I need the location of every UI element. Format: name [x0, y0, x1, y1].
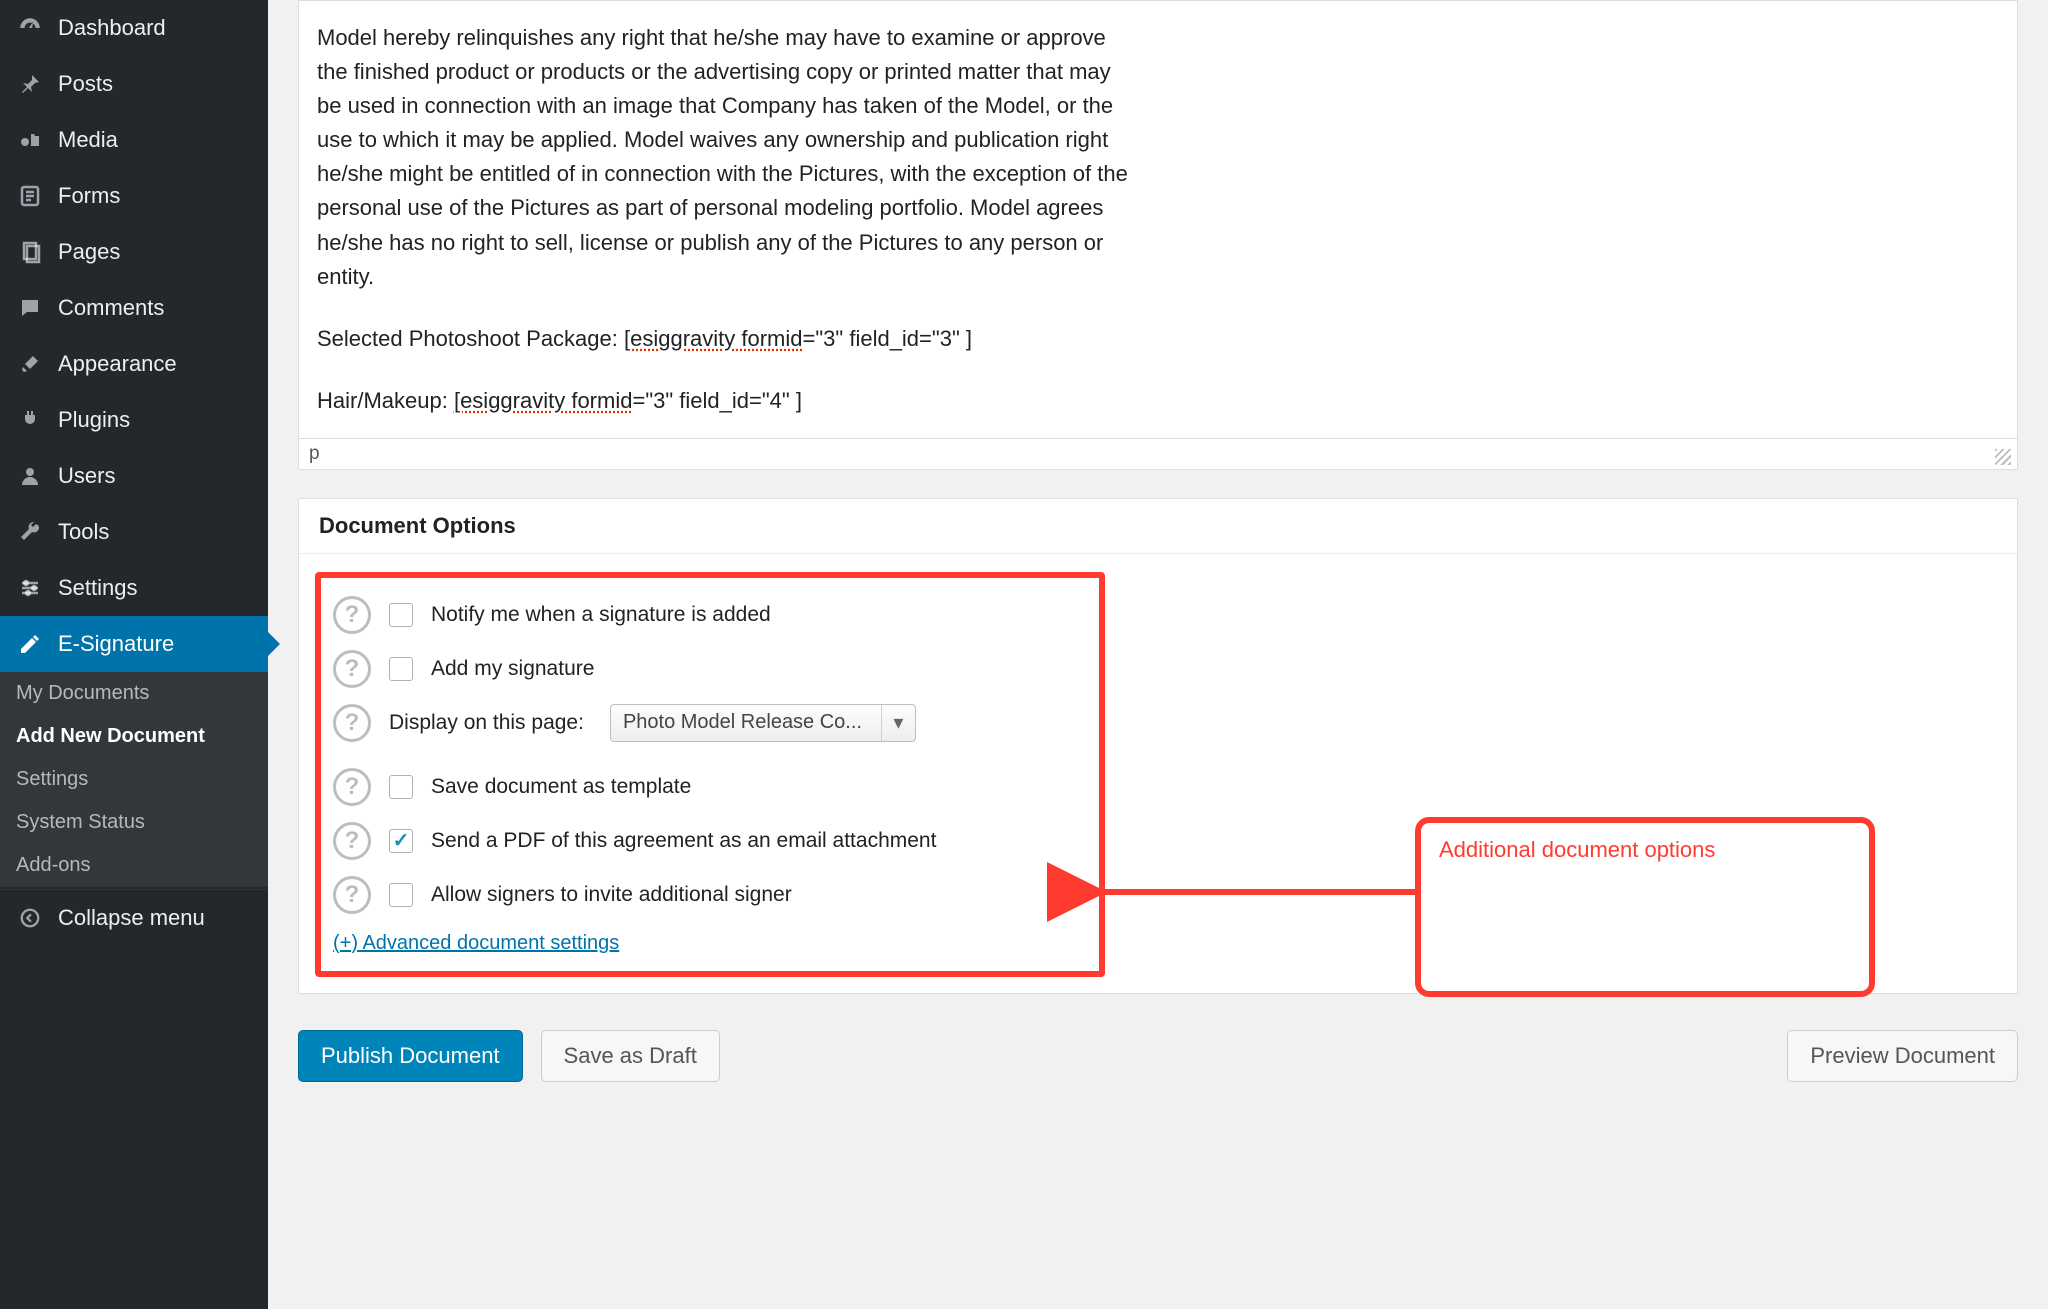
help-icon[interactable]: ? [333, 596, 371, 634]
advanced-settings-link[interactable]: (+) Advanced document settings [333, 932, 619, 955]
sidebar-label: Users [58, 463, 115, 489]
brush-icon [16, 350, 44, 378]
sidebar-label: Forms [58, 183, 120, 209]
document-options-title: Document Options [299, 499, 2017, 554]
document-options-highlight: ? Notify me when a signature is added ? … [315, 572, 1105, 977]
wrench-icon [16, 518, 44, 546]
editor-line-hairmakeup: Hair/Makeup: [esiggravity formid="3" fie… [317, 384, 1999, 418]
editor-line-package: Selected Photoshoot Package: [esiggravit… [317, 322, 1999, 356]
sidebar-item-comments[interactable]: Comments [0, 280, 268, 336]
sidebar-item-media[interactable]: Media [0, 112, 268, 168]
document-editor[interactable]: Model hereby relinquishes any right that… [298, 0, 2018, 439]
pages-icon [16, 238, 44, 266]
sidebar-label: Appearance [58, 351, 177, 377]
sliders-icon [16, 574, 44, 602]
sidebar-label: Plugins [58, 407, 130, 433]
submenu-add-ons[interactable]: Add-ons [0, 844, 268, 887]
actions-row: Publish Document Save as Draft Preview D… [298, 1030, 2018, 1082]
checkbox-add-signature[interactable] [389, 657, 413, 681]
main-content: Model hereby relinquishes any right that… [268, 0, 2048, 1309]
sidebar-label: Posts [58, 71, 113, 97]
display-page-select[interactable]: Photo Model Release Co... ▾ [610, 704, 916, 742]
help-icon[interactable]: ? [333, 876, 371, 914]
document-options-panel: Document Options ? Notify me when a sign… [298, 498, 2018, 994]
annotation-arrow-icon [1075, 857, 1435, 927]
sidebar-label: Pages [58, 239, 120, 265]
option-row-notify: ? Notify me when a signature is added [333, 588, 1087, 642]
checkbox-send-pdf[interactable] [389, 829, 413, 853]
option-row-allow-invite: ? Allow signers to invite additional sig… [333, 868, 1087, 922]
sidebar-item-pages[interactable]: Pages [0, 224, 268, 280]
label-add-signature: Add my signature [431, 657, 594, 681]
sidebar-submenu: My Documents Add New Document Settings S… [0, 672, 268, 887]
annotation-callout: Additional document options [1415, 817, 1875, 997]
label-allow-invite: Allow signers to invite additional signe… [431, 883, 792, 907]
sidebar-item-esignature[interactable]: E-Signature [0, 616, 268, 672]
label-send-pdf: Send a PDF of this agreement as an email… [431, 829, 936, 853]
sidebar-item-appearance[interactable]: Appearance [0, 336, 268, 392]
sidebar-label: E-Signature [58, 631, 174, 657]
sidebar-item-dashboard[interactable]: Dashboard [0, 0, 268, 56]
submenu-system-status[interactable]: System Status [0, 801, 268, 844]
editor-path-bar: p [298, 439, 2018, 470]
label-notify: Notify me when a signature is added [431, 603, 771, 627]
sidebar-item-plugins[interactable]: Plugins [0, 392, 268, 448]
help-icon[interactable]: ? [333, 650, 371, 688]
checkbox-save-template[interactable] [389, 775, 413, 799]
help-icon[interactable]: ? [333, 822, 371, 860]
submenu-add-new-document[interactable]: Add New Document [0, 715, 268, 758]
save-draft-button[interactable]: Save as Draft [541, 1030, 720, 1082]
annotation-text: Additional document options [1439, 837, 1715, 862]
option-row-display-page: ? Display on this page: Photo Model Rele… [333, 696, 1087, 750]
editor-path: p [309, 443, 320, 464]
chevron-down-icon: ▾ [881, 705, 915, 741]
help-icon[interactable]: ? [333, 704, 371, 742]
comment-icon [16, 294, 44, 322]
editor-paragraph: Model hereby relinquishes any right that… [317, 21, 1137, 294]
submenu-my-documents[interactable]: My Documents [0, 672, 268, 715]
media-icon [16, 126, 44, 154]
sidebar-item-users[interactable]: Users [0, 448, 268, 504]
option-row-send-pdf: ? Send a PDF of this agreement as an ema… [333, 814, 1087, 868]
display-page-value: Photo Model Release Co... [611, 705, 881, 741]
sidebar-item-settings[interactable]: Settings [0, 560, 268, 616]
label-save-template: Save document as template [431, 775, 691, 799]
publish-button[interactable]: Publish Document [298, 1030, 523, 1082]
sidebar-item-tools[interactable]: Tools [0, 504, 268, 560]
help-icon[interactable]: ? [333, 768, 371, 806]
plug-icon [16, 406, 44, 434]
sidebar-label: Dashboard [58, 15, 166, 41]
sidebar-item-posts[interactable]: Posts [0, 56, 268, 112]
option-row-save-template: ? Save document as template [333, 760, 1087, 814]
admin-sidebar: Dashboard Posts Media Forms Pages Commen… [0, 0, 268, 1309]
sidebar-label: Tools [58, 519, 109, 545]
sidebar-label: Settings [58, 575, 138, 601]
collapse-menu-button[interactable]: Collapse menu [0, 889, 268, 946]
pin-icon [16, 70, 44, 98]
forms-icon [16, 182, 44, 210]
checkbox-notify[interactable] [389, 603, 413, 627]
label-display-page: Display on this page: [389, 711, 584, 735]
option-row-add-signature: ? Add my signature [333, 642, 1087, 696]
sidebar-label: Media [58, 127, 118, 153]
sidebar-item-forms[interactable]: Forms [0, 168, 268, 224]
preview-button[interactable]: Preview Document [1787, 1030, 2018, 1082]
checkbox-allow-invite[interactable] [389, 883, 413, 907]
sidebar-label: Comments [58, 295, 164, 321]
collapse-label: Collapse menu [58, 905, 205, 931]
dashboard-icon [16, 14, 44, 42]
resize-grip-icon[interactable] [1995, 449, 2011, 465]
submenu-settings[interactable]: Settings [0, 758, 268, 801]
collapse-icon [16, 904, 44, 932]
user-icon [16, 462, 44, 490]
pencil-icon [16, 630, 44, 658]
